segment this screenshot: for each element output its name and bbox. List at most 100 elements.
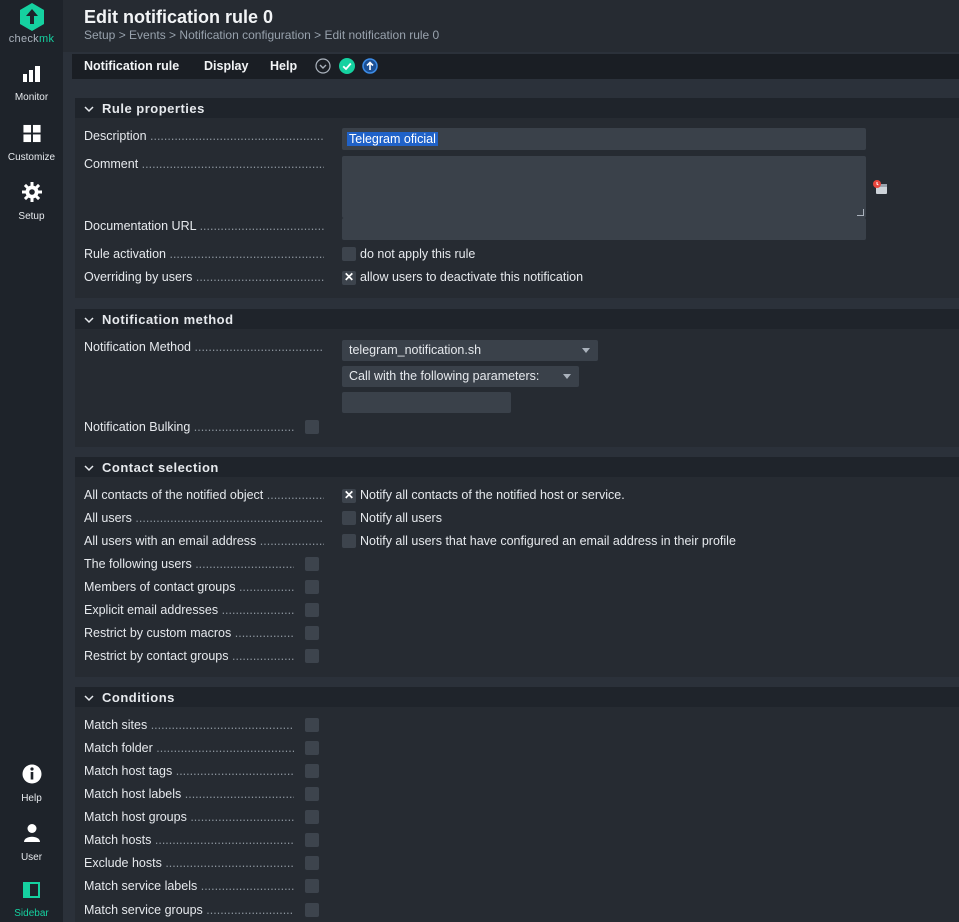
do-not-apply-checkbox[interactable] xyxy=(342,247,356,261)
menu-help[interactable]: Help xyxy=(270,59,297,73)
exclude-hosts-checkbox[interactable] xyxy=(305,856,319,870)
all-users-checkbox[interactable] xyxy=(342,511,356,525)
all-contacts-checkbox[interactable] xyxy=(342,488,356,503)
chevron-down-icon xyxy=(84,312,96,327)
chevron-down-icon xyxy=(84,690,96,705)
checkbox-label: Notify all users that have configured an… xyxy=(360,534,736,548)
field-label: Match service groups ...................… xyxy=(84,903,294,917)
user-icon xyxy=(23,824,40,842)
notification-bulking-checkbox[interactable] xyxy=(305,420,319,434)
nav-help-label: Help xyxy=(21,793,42,804)
checkbox-label: allow users to deactivate this notificat… xyxy=(360,270,584,284)
notification-method-select[interactable]: telegram_notification.sh xyxy=(342,340,598,361)
resize-handle[interactable] xyxy=(857,209,864,216)
chevron-down-circle-icon[interactable] xyxy=(315,58,331,74)
field-label: Notification Method ....................… xyxy=(84,340,324,354)
nav-help[interactable]: Help xyxy=(0,764,63,804)
field-label: Explicit email addresses ...............… xyxy=(84,603,294,617)
contact-groups-checkbox[interactable] xyxy=(305,580,319,594)
field-label: All users with an email address ........… xyxy=(84,534,324,548)
nav-sidebar[interactable]: Sidebar xyxy=(0,882,63,919)
field-label: Description ............................… xyxy=(84,129,324,143)
section-header-rule-properties[interactable]: Rule properties xyxy=(75,98,959,118)
chevron-down-icon xyxy=(84,460,96,475)
field-label: Match host groups ......................… xyxy=(84,810,294,824)
insert-date-icon[interactable] xyxy=(872,179,888,198)
nav-customize[interactable]: Customize xyxy=(0,124,63,163)
field-label: Exclude hosts ..........................… xyxy=(84,856,294,870)
menu-notification-rule[interactable]: Notification rule xyxy=(84,59,179,73)
parameters-mode-select[interactable]: Call with the following parameters: xyxy=(342,366,579,387)
customize-icon xyxy=(22,124,41,143)
match-host-tags-checkbox[interactable] xyxy=(305,764,319,778)
menu-display[interactable]: Display xyxy=(204,59,248,73)
following-users-checkbox[interactable] xyxy=(305,557,319,571)
section-title: Notification method xyxy=(102,312,234,327)
match-host-labels-checkbox[interactable] xyxy=(305,787,319,801)
field-label: Restrict by custom macros ..............… xyxy=(84,626,294,640)
checkbox-label: Notify all contacts of the notified host… xyxy=(360,488,625,502)
documentation-url-input[interactable] xyxy=(342,218,866,240)
description-input[interactable]: Telegram oficial xyxy=(342,128,866,150)
field-label: Match host labels ......................… xyxy=(84,787,294,801)
page-header: Edit notification rule 0 Setup > Events … xyxy=(63,0,959,52)
section-header-conditions[interactable]: Conditions xyxy=(75,687,959,707)
field-label: Match host tags ........................… xyxy=(84,764,294,778)
section-title: Rule properties xyxy=(102,101,205,116)
breadcrumb[interactable]: Setup > Events > Notification configurat… xyxy=(84,28,439,42)
section-notification-method: Notification method Notification Method … xyxy=(75,309,959,447)
field-label: Documentation URL ......................… xyxy=(84,219,324,233)
field-label: Restrict by contact groups .............… xyxy=(84,649,294,663)
match-hosts-checkbox[interactable] xyxy=(305,833,319,847)
field-label: All contacts of the notified object ....… xyxy=(84,488,324,502)
chevron-down-icon xyxy=(84,101,96,116)
field-label: Rule activation ........................… xyxy=(84,247,324,261)
info-icon xyxy=(22,764,41,784)
allow-deactivate-checkbox[interactable] xyxy=(342,270,356,285)
nav-user[interactable]: User xyxy=(0,823,63,863)
field-label: Match service labels ...................… xyxy=(84,879,294,893)
match-host-groups-checkbox[interactable] xyxy=(305,810,319,824)
match-service-groups-checkbox[interactable] xyxy=(305,903,319,917)
field-label: Overriding by users ....................… xyxy=(84,270,324,284)
nav-setup-label: Setup xyxy=(18,211,45,222)
field-label: Members of contact groups ..............… xyxy=(84,580,294,594)
restrict-contact-groups-checkbox[interactable] xyxy=(305,649,319,663)
match-folder-checkbox[interactable] xyxy=(305,741,319,755)
parameter-input[interactable] xyxy=(342,392,511,413)
main-content: Rule properties Description ............… xyxy=(63,79,959,922)
gear-icon xyxy=(21,182,42,202)
main-sidebar: checkmk Monitor Customize Setup Help Use… xyxy=(0,0,63,922)
dropdown-arrow-icon xyxy=(563,374,571,379)
explicit-emails-checkbox[interactable] xyxy=(305,603,319,617)
match-sites-checkbox[interactable] xyxy=(305,718,319,732)
nav-monitor[interactable]: Monitor xyxy=(0,65,63,103)
field-label: All users ..............................… xyxy=(84,511,324,525)
sidebar-icon xyxy=(22,882,40,898)
nav-customize-label: Customize xyxy=(7,152,56,163)
checkmk-logo-icon xyxy=(19,3,44,31)
custom-macros-checkbox[interactable] xyxy=(305,626,319,640)
field-label: Match sites ............................… xyxy=(84,718,294,732)
nav-sidebar-label: Sidebar xyxy=(14,908,49,919)
checkmk-logo[interactable]: checkmk xyxy=(0,2,63,45)
field-label: Match hosts ............................… xyxy=(84,833,294,847)
section-title: Conditions xyxy=(102,690,175,705)
page-title: Edit notification rule 0 xyxy=(84,7,274,27)
logo-text: checkmk xyxy=(8,33,55,45)
nav-user-label: User xyxy=(20,852,43,863)
section-header-notification-method[interactable]: Notification method xyxy=(75,309,959,329)
match-service-labels-checkbox[interactable] xyxy=(305,879,319,893)
field-label: The following users ....................… xyxy=(84,557,294,571)
field-label: Comment ................................… xyxy=(84,157,324,171)
save-check-icon[interactable] xyxy=(339,58,355,74)
nav-setup[interactable]: Setup xyxy=(0,182,63,222)
comment-textarea[interactable] xyxy=(342,156,866,218)
section-header-contact-selection[interactable]: Contact selection xyxy=(75,457,959,477)
all-users-email-checkbox[interactable] xyxy=(342,534,356,548)
checkbox-label: do not apply this rule xyxy=(360,247,476,261)
upload-icon[interactable] xyxy=(362,58,378,74)
field-label: Notification Bulking ...................… xyxy=(84,420,294,434)
nav-monitor-label: Monitor xyxy=(14,92,49,103)
section-title: Contact selection xyxy=(102,460,219,475)
